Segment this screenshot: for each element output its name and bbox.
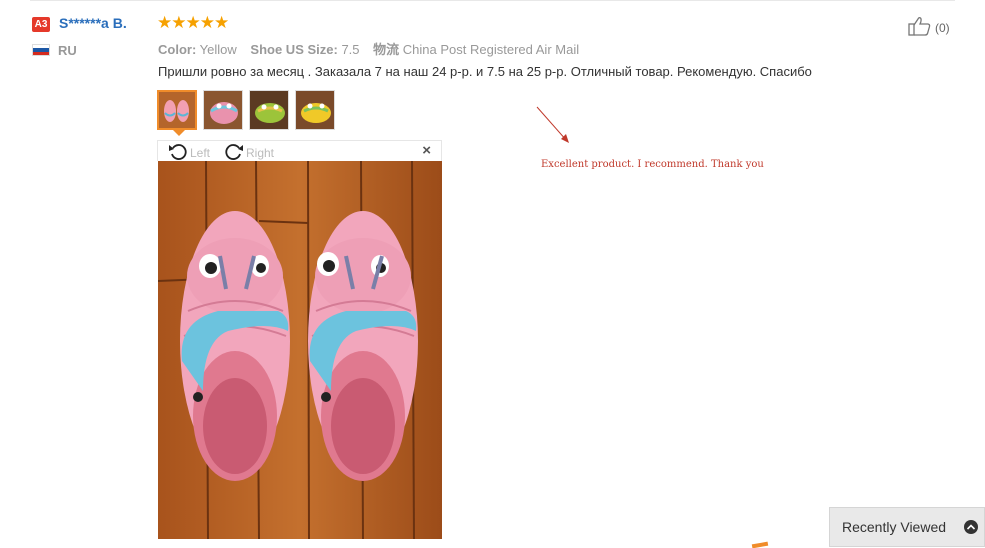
recently-viewed-button[interactable]: Recently Viewed bbox=[829, 507, 985, 547]
russia-flag-icon bbox=[32, 44, 50, 56]
rotate-left-button[interactable]: Left bbox=[168, 142, 210, 163]
rotate-left-label: Left bbox=[190, 145, 211, 160]
annotation-arrow bbox=[535, 105, 575, 152]
attr-shipping-value: China Post Registered Air Mail bbox=[402, 42, 580, 57]
attr-color-value: Yellow bbox=[199, 42, 237, 57]
thumbs-up-icon bbox=[908, 16, 932, 39]
buyer-name: S******a B. bbox=[59, 15, 127, 31]
rotate-right-icon bbox=[224, 142, 244, 163]
attr-color-label: Color: bbox=[158, 42, 197, 57]
top-divider bbox=[30, 0, 955, 1]
rotate-right-button[interactable]: Right bbox=[224, 142, 274, 163]
close-viewer-button[interactable]: × bbox=[422, 142, 431, 159]
photo-thumbnail-2[interactable] bbox=[203, 90, 243, 130]
attr-size-label: Shoe US Size: bbox=[250, 42, 338, 57]
rating-stars: ★★★★★ bbox=[157, 13, 229, 32]
photo-thumbnail-4[interactable] bbox=[295, 90, 335, 130]
photo-viewer-toolbar: Left Right × bbox=[157, 140, 442, 161]
helpful-count: (0) bbox=[935, 20, 950, 35]
review-photo-large bbox=[158, 161, 442, 539]
rotate-left-icon bbox=[168, 142, 188, 163]
chevron-up-icon bbox=[964, 520, 979, 534]
photo-thumbnail-3[interactable] bbox=[249, 90, 289, 130]
order-attributes: Color: Yellow Shoe US Size: 7.5 物流 China… bbox=[158, 39, 589, 58]
review-photo-thumbnails bbox=[157, 90, 335, 130]
photo-thumbnail-1[interactable] bbox=[157, 90, 197, 130]
buyer-level-badge: A3 bbox=[32, 17, 50, 32]
recently-viewed-label: Recently Viewed bbox=[842, 519, 947, 535]
review-text: Пришли ровно за месяц . Заказала 7 на на… bbox=[158, 64, 812, 79]
buyer-country: RU bbox=[58, 43, 77, 58]
attr-size-value: 7.5 bbox=[341, 42, 360, 57]
translation-annotation: Excellent product. I recommend. Thank yo… bbox=[541, 159, 764, 170]
rotate-right-label: Right bbox=[246, 145, 275, 160]
partial-element-edge bbox=[751, 541, 769, 548]
attr-shipping-label: 物流 bbox=[373, 42, 400, 57]
helpful-button[interactable]: (0) bbox=[908, 16, 950, 39]
active-thumbnail-caret bbox=[173, 130, 185, 136]
